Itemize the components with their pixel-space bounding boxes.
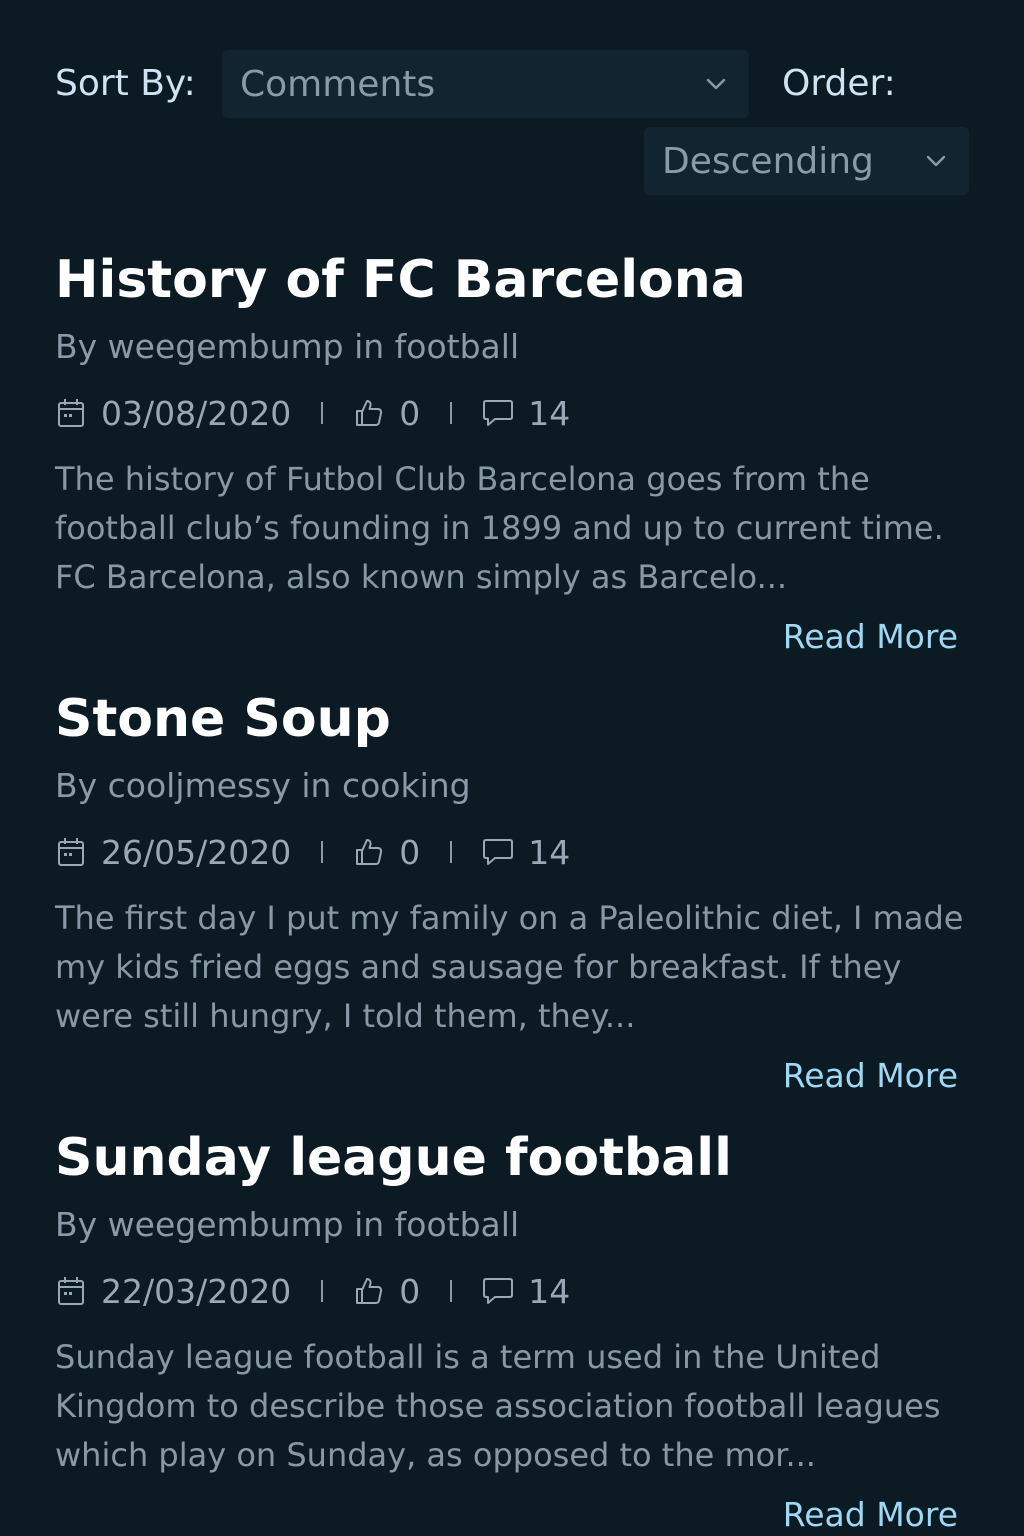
read-more-link[interactable]: Read More (783, 1059, 958, 1092)
sort-by-value: Comments (240, 63, 436, 105)
chevron-down-icon (701, 69, 731, 99)
divider (450, 402, 453, 424)
comment-count: 14 (528, 393, 571, 433)
post-byline: By weegembump in football (55, 327, 520, 366)
post-meta: 26/05/2020 0 14 (55, 832, 975, 872)
comment-icon[interactable] (482, 397, 514, 429)
post-date: 22/03/2020 (101, 1271, 292, 1311)
post-byline: By weegembump in football (55, 1205, 520, 1244)
order-value: Descending (662, 140, 874, 182)
post-excerpt: The first day I put my family on a Paleo… (55, 899, 964, 1035)
posts-page: Sort By: Comments Order: Descending Hist… (0, 0, 1024, 1536)
chevron-down-icon (921, 146, 951, 176)
divider (450, 1280, 453, 1302)
read-more-link[interactable]: Read More (783, 620, 958, 653)
post-excerpt: Sunday league football is a term used in… (55, 1338, 941, 1474)
comment-count: 14 (528, 832, 571, 872)
divider (321, 841, 324, 863)
thumbs-up-icon[interactable] (353, 836, 385, 868)
order-select[interactable]: Descending (644, 127, 969, 195)
post-meta: 22/03/2020 0 14 (55, 1271, 975, 1311)
thumbs-up-icon[interactable] (353, 1275, 385, 1307)
order-label: Order: (782, 63, 896, 104)
comment-count: 14 (528, 1271, 571, 1311)
post-meta: 03/08/2020 0 14 (55, 393, 975, 433)
post-card: History of FC Barcelona By weegembump in… (55, 240, 975, 679)
sort-by-select[interactable]: Comments (222, 50, 749, 118)
like-count: 0 (399, 393, 421, 433)
like-count: 0 (399, 1271, 421, 1311)
calendar-icon (55, 836, 87, 868)
post-card: Sunday league football By weegembump in … (55, 1118, 975, 1536)
post-list: History of FC Barcelona By weegembump in… (55, 240, 975, 1536)
divider (450, 841, 453, 863)
post-excerpt: The history of Futbol Club Barcelona goe… (55, 460, 944, 596)
post-byline: By cooljmessy in cooking (55, 766, 471, 805)
sort-by-label: Sort By: (55, 63, 196, 104)
post-date: 26/05/2020 (101, 832, 292, 872)
post-card: Stone Soup By cooljmessy in cooking 26/0… (55, 679, 975, 1118)
comment-icon[interactable] (482, 836, 514, 868)
like-count: 0 (399, 832, 421, 872)
divider (321, 1280, 324, 1302)
sort-controls: Sort By: Comments Order: Descending (55, 0, 969, 240)
calendar-icon (55, 1275, 87, 1307)
post-title[interactable]: Stone Soup (55, 679, 975, 745)
post-date: 03/08/2020 (101, 393, 292, 433)
thumbs-up-icon[interactable] (353, 397, 385, 429)
divider (321, 402, 324, 424)
comment-icon[interactable] (482, 1275, 514, 1307)
read-more-link[interactable]: Read More (783, 1498, 958, 1531)
post-title[interactable]: Sunday league football (55, 1118, 975, 1184)
calendar-icon (55, 397, 87, 429)
post-title[interactable]: History of FC Barcelona (55, 240, 975, 306)
